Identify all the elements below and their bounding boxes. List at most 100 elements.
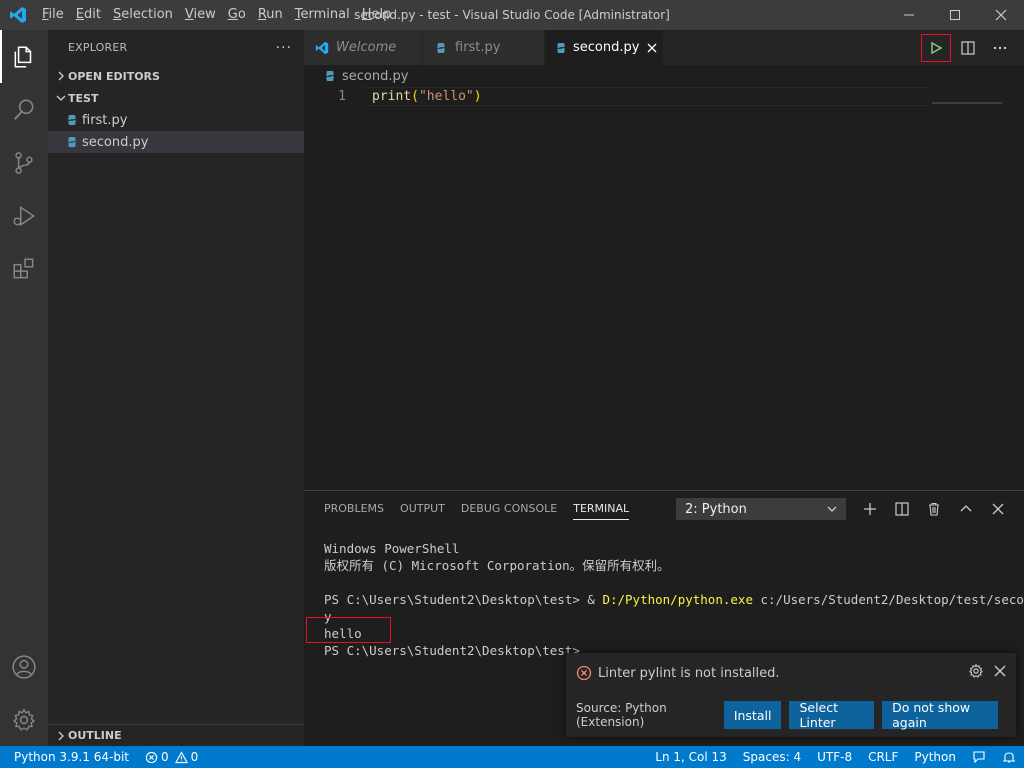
terminal-line: PS C:\Users\Student2\Desktop\test> & D:/… [324,592,1024,607]
menu-bar: File Edit Selection View Go Run Terminal… [36,0,397,30]
account-icon [12,654,36,679]
tab-label: second.py [573,40,640,55]
tab-output[interactable]: OUTPUT [392,491,453,526]
python-interpreter-status[interactable]: Python 3.9.1 64-bit [0,746,137,768]
accounts-activity-button[interactable] [0,640,48,693]
split-terminal-button[interactable] [886,496,918,522]
outline-section[interactable]: OUTLINE [48,724,304,746]
select-linter-button[interactable]: Select Linter [789,700,875,730]
explorer-activity-button[interactable] [0,30,48,83]
notification-close-button[interactable] [992,663,1008,683]
source-control-activity-button[interactable] [0,136,48,189]
more-actions-button[interactable]: ··· [276,40,292,56]
terminal-output[interactable]: Windows PowerShell 版权所有 (C) Microsoft Co… [304,526,1024,659]
encoding-status[interactable]: UTF-8 [809,746,860,768]
search-activity-button[interactable] [0,83,48,136]
problems-status[interactable]: 0 0 [137,746,206,768]
close-tab-icon[interactable] [647,40,657,56]
split-editor-button[interactable] [954,35,982,61]
editor-more-button[interactable] [986,35,1014,61]
editor-actions [921,30,1024,65]
close-panel-button[interactable] [982,496,1014,522]
indentation-status[interactable]: Spaces: 4 [735,746,809,768]
breadcrumb-file: second.py [342,68,409,84]
file-item-second-py[interactable]: second.py [48,131,304,153]
new-terminal-button[interactable] [854,496,886,522]
status-bar: Python 3.9.1 64-bit 0 0 Ln 1, Col 13 Spa… [0,746,1024,768]
python-file-icon [64,134,80,150]
tab-first-py[interactable]: first.py [423,30,545,65]
source-control-icon [15,151,33,174]
plus-icon [864,502,876,515]
manage-activity-button[interactable] [0,693,48,746]
run-python-file-button[interactable] [921,33,951,62]
notifications-button[interactable] [994,746,1024,768]
kill-terminal-button[interactable] [918,496,950,522]
feedback-button[interactable] [964,746,994,768]
tab-label: Welcome [336,40,397,55]
python-icon [433,40,449,56]
menu-go[interactable]: Go [222,0,252,30]
close-icon [995,9,1007,21]
notification-source: Source: Python (Extension) [576,701,667,729]
close-window-button[interactable] [978,0,1024,30]
open-editors-section[interactable]: OPEN EDITORS [48,65,304,87]
current-line-highlight [364,87,929,106]
tab-label: first.py [455,40,501,55]
maximize-button[interactable] [932,0,978,30]
sidebar-title: EXPLORER [68,41,128,54]
menu-view[interactable]: View [179,0,222,30]
menu-edit[interactable]: Edit [70,0,107,30]
run-debug-icon [13,205,36,226]
folder-section-test[interactable]: TEST [48,87,304,109]
maximize-panel-button[interactable] [950,496,982,522]
minimize-button[interactable] [886,0,932,30]
python-icon [324,70,336,82]
activity-bar [0,30,48,746]
error-icon [576,665,592,681]
maximize-icon [950,10,960,20]
do-not-show-again-button[interactable]: Do not show again [882,700,998,730]
language-mode-status[interactable]: Python [906,746,964,768]
close-icon [992,503,1004,514]
terminal-line: hello [324,626,362,641]
menu-terminal[interactable]: Terminal [289,0,356,30]
menu-selection[interactable]: Selection [107,0,179,30]
tab-terminal[interactable]: TERMINAL [565,491,637,526]
notification-settings-button[interactable] [968,663,984,683]
feedback-icon [973,751,985,764]
minimap[interactable] [932,102,1002,104]
terminal-line: Windows PowerShell [324,541,460,556]
error-icon [145,751,158,763]
install-button[interactable]: Install [723,701,782,729]
chevron-up-icon [960,504,972,511]
eol-status[interactable]: CRLF [860,746,906,768]
extensions-activity-button[interactable] [0,242,48,295]
cursor-position-status[interactable]: Ln 1, Col 13 [647,746,735,768]
tab-debug-console[interactable]: DEBUG CONSOLE [453,491,565,526]
menu-help[interactable]: Help [356,0,398,30]
tab-second-py[interactable]: second.py [545,30,664,65]
file-item-first-py[interactable]: first.py [48,109,304,131]
editor-tabs: Welcome first.py second.py [304,30,1024,65]
hello-output-highlight [306,617,391,643]
terminal-select-value: 2: Python [685,501,747,517]
breadcrumb[interactable]: second.py [304,65,1024,87]
search-icon [14,98,34,120]
open-editors-label: OPEN EDITORS [68,69,160,83]
chevron-right-icon [54,731,68,741]
python-file-icon [64,112,80,128]
run-debug-activity-button[interactable] [0,189,48,242]
trash-icon [929,502,939,516]
terminal-select[interactable]: 2: Python [676,498,846,520]
vscode-icon [314,40,330,56]
menu-file[interactable]: File [36,0,70,30]
tab-welcome[interactable]: Welcome [304,30,423,65]
ellipsis-icon [993,46,1007,49]
play-icon [931,41,943,54]
menu-run[interactable]: Run [252,0,289,30]
line-number: 1 [338,89,346,104]
tab-problems[interactable]: PROBLEMS [316,491,392,526]
explorer-sidebar: EXPLORER ··· OPEN EDITORS TEST first.py … [48,30,304,746]
code-line[interactable]: 1 print("hello") [304,87,1024,106]
